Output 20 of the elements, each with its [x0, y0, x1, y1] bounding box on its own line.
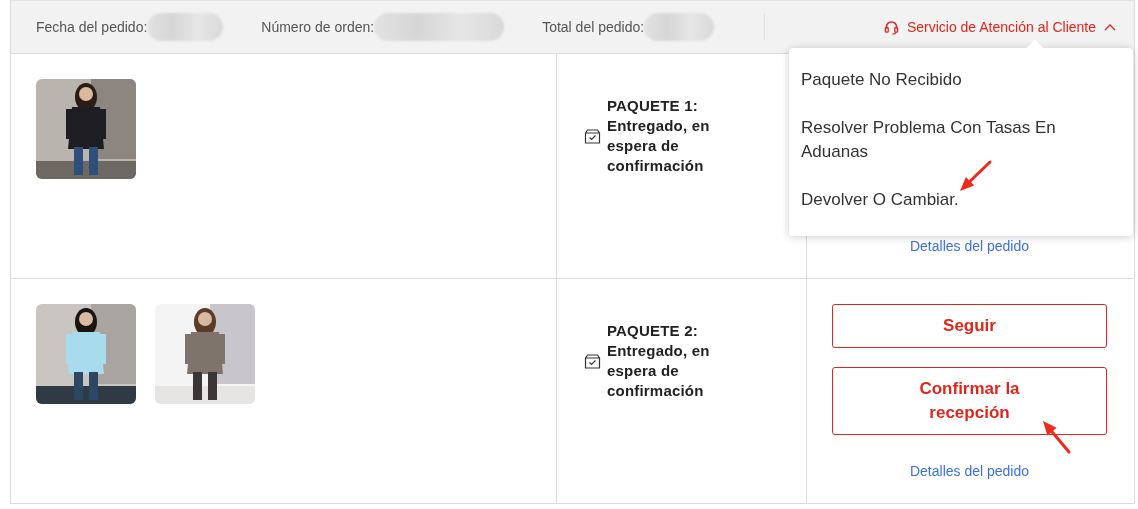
order-details-link[interactable]: Detalles del pedido [909, 463, 1030, 479]
menu-item[interactable]: Resolver Problema Con Tasas En Aduanas [801, 116, 1121, 164]
chevron-up-icon [1104, 23, 1116, 31]
package-status: PAQUETE 2: Entregado, en espera de confirmación [607, 321, 711, 401]
package-status: PAQUETE 1: Entregado, en espera de confirmación [607, 96, 711, 176]
order-details-link[interactable]: Detalles del pedido [909, 238, 1030, 254]
annotation-arrow [960, 160, 992, 191]
field-label: Número de orden: [261, 19, 375, 35]
field-label: Fecha del pedido: [36, 19, 148, 35]
blurred-value [644, 13, 715, 41]
customer-service-link[interactable]: Servicio de Atención al Cliente [883, 19, 1116, 35]
package-check-icon [584, 353, 601, 369]
annotation-arrow [1043, 421, 1071, 454]
field-label: Total del pedido: [542, 19, 645, 35]
package-check-icon [584, 128, 601, 144]
confirm-receipt-button[interactable]: Confirmar la recepción [832, 367, 1107, 435]
track-button[interactable]: Seguir [832, 304, 1107, 348]
headset-icon [883, 19, 899, 35]
menu-item[interactable]: Devolver O Cambiar. [801, 188, 1121, 212]
menu-item[interactable]: Paquete No Recibido [801, 68, 1121, 92]
